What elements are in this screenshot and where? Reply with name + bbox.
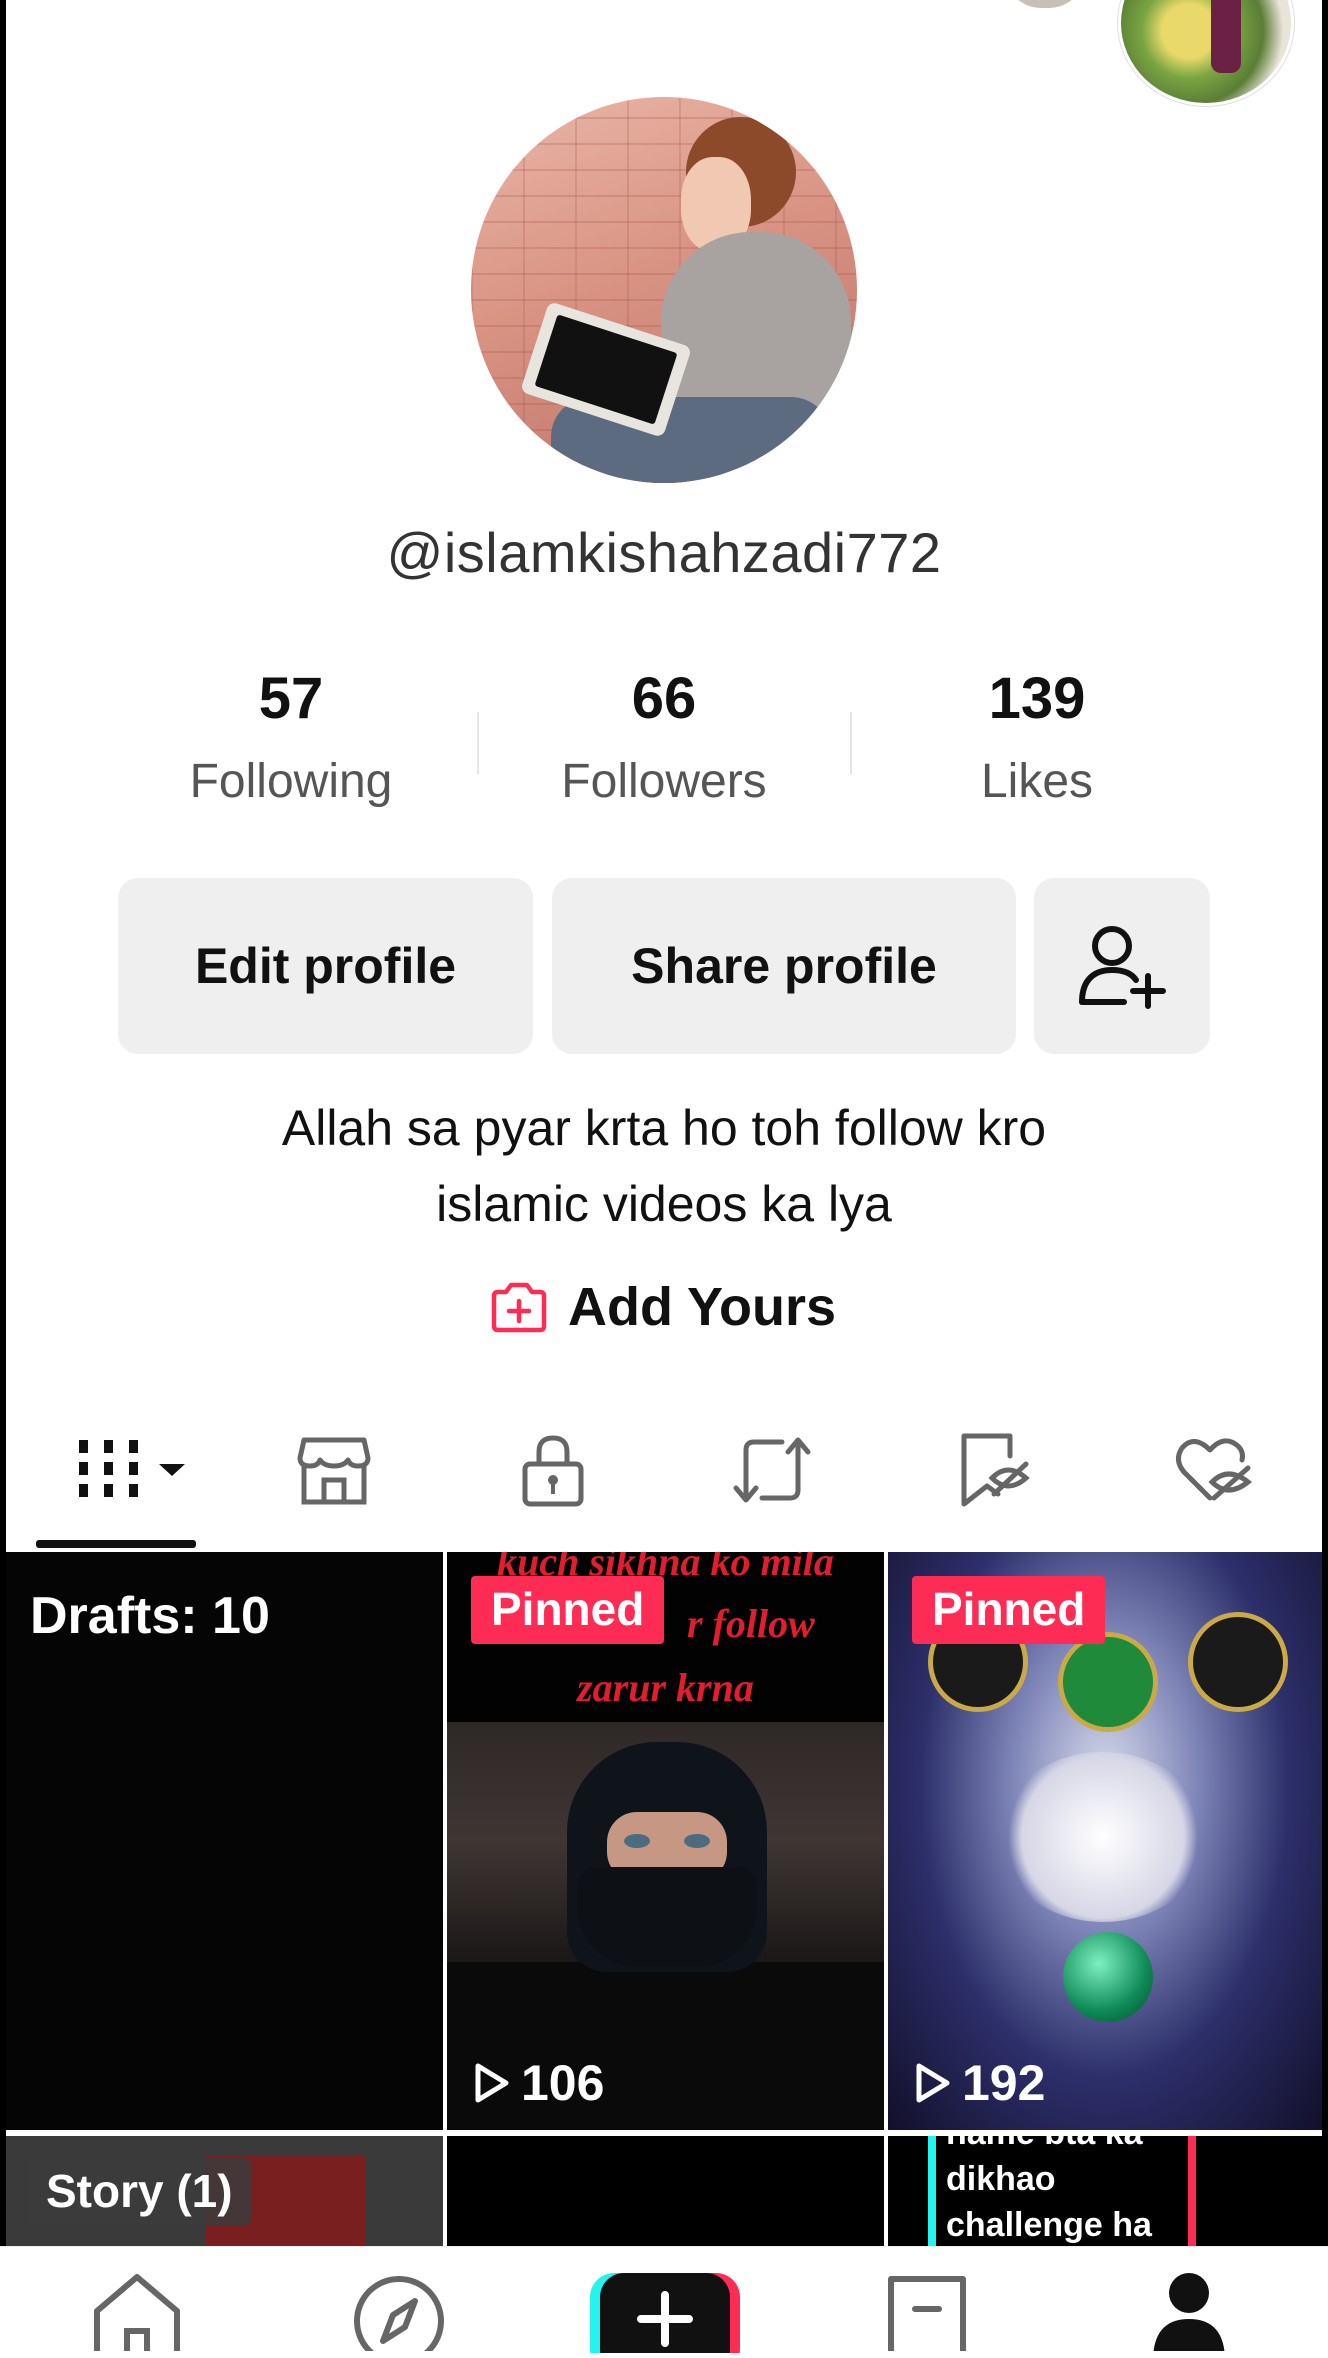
video-caption-line: dikhao — [946, 2160, 1056, 2198]
stat-followers[interactable]: 66 Followers — [474, 665, 854, 809]
story-tile[interactable]: Story (1) — [6, 2136, 443, 2246]
nav-home[interactable] — [82, 2271, 192, 2351]
story-label: Story (1) — [28, 2158, 251, 2226]
video-grid: Drafts: 10 kuch sikhna ko mila r follow … — [6, 1552, 1322, 2252]
drafts-tile[interactable]: Drafts: 10 — [6, 1552, 443, 2130]
play-icon — [916, 2063, 950, 2103]
add-friend-button[interactable] — [1034, 878, 1210, 1054]
inbox-icon — [888, 2276, 966, 2351]
video-tile[interactable] — [447, 2136, 884, 2246]
tab-shop[interactable] — [274, 1415, 394, 1525]
bookmark-icon — [961, 1433, 1030, 1507]
stat-followers-value: 66 — [631, 666, 697, 731]
bio-line: islamic videos ka lya — [436, 1176, 892, 1232]
stat-likes-label: Likes — [980, 755, 1094, 808]
profile-username: @islamkishahzadi772 — [386, 521, 942, 584]
pinned-badge: Pinned — [912, 1576, 1106, 1644]
tab-private[interactable] — [493, 1415, 613, 1525]
tab-reposts[interactable] — [712, 1415, 832, 1525]
selected-tab-indicator — [36, 1540, 196, 1548]
add-yours-icon — [491, 1282, 547, 1333]
create-plus-icon — [590, 2273, 740, 2358]
video-caption: zarur krna — [577, 1665, 754, 1710]
nav-discover[interactable] — [344, 2271, 454, 2351]
stat-following-label: Following — [189, 755, 393, 808]
stat-followers-label: Followers — [561, 755, 767, 808]
video-thumbnail — [447, 1722, 884, 1972]
repost-icon — [733, 1437, 811, 1503]
tab-videos[interactable] — [56, 1415, 196, 1525]
view-count-value: 106 — [521, 2055, 605, 2111]
view-count-value: 192 — [962, 2055, 1046, 2111]
heart-icon — [1176, 1438, 1253, 1501]
profile-bio: Allah sa pyar krta ho toh follow kro isl… — [0, 1090, 1328, 1242]
profile-stats: 57 Following 66 Followers 139 Likes — [0, 665, 1328, 835]
stat-following-value: 57 — [258, 666, 324, 731]
video-caption-line: name bta ka — [946, 2136, 1152, 2156]
play-icon — [475, 2063, 509, 2103]
view-count: 106 — [473, 2054, 604, 2112]
stat-divider — [850, 712, 852, 774]
story-avatar-small[interactable] — [1005, 0, 1085, 8]
bio-line: Allah sa pyar krta ho toh follow kro — [281, 1100, 1047, 1156]
drafts-label: Drafts: 10 — [30, 1587, 270, 1645]
discover-icon — [354, 2276, 444, 2351]
video-tile[interactable]: Pinned 192 — [888, 1552, 1322, 2130]
edit-profile-label: Edit profile — [194, 938, 457, 994]
nav-profile[interactable] — [1134, 2271, 1244, 2351]
lock-icon — [522, 1435, 584, 1507]
share-profile-label: Share profile — [631, 938, 937, 994]
tab-favorites[interactable] — [932, 1415, 1052, 1525]
video-caption: name bta ka dikhao challenge ha — [946, 2136, 1152, 2246]
tab-liked[interactable] — [1152, 1415, 1272, 1525]
video-caption: r follow — [687, 1601, 815, 1646]
home-icon — [94, 2274, 180, 2351]
edit-profile-button[interactable]: Edit profile — [118, 878, 533, 1054]
view-count: 192 — [914, 2054, 1045, 2112]
add-yours-label: Add Yours — [568, 1277, 837, 1337]
stat-following[interactable]: 57 Following — [101, 665, 481, 809]
profile-icon — [1153, 2273, 1225, 2351]
create-button[interactable] — [590, 2273, 740, 2358]
stat-likes[interactable]: 139 Likes — [847, 665, 1227, 809]
shop-icon — [297, 1437, 371, 1505]
video-caption-line: challenge ha — [946, 2206, 1152, 2244]
stat-likes-value: 139 — [988, 666, 1086, 731]
video-tile[interactable]: kuch sikhna ko mila r follow zarur krna … — [447, 1552, 884, 2130]
add-yours-link[interactable]: Add Yours — [488, 1272, 836, 1342]
profile-tabs — [0, 1415, 1328, 1545]
story-avatar-large[interactable] — [1118, 0, 1294, 106]
share-profile-button[interactable]: Share profile — [552, 878, 1016, 1054]
bottom-navigation — [0, 2246, 1328, 2358]
grid-icon — [79, 1440, 185, 1497]
profile-avatar[interactable] — [471, 97, 857, 483]
video-tile[interactable]: name bta ka dikhao challenge ha — [888, 2136, 1322, 2246]
pinned-badge: Pinned — [471, 1576, 665, 1644]
stat-divider — [477, 712, 479, 774]
add-person-icon — [1079, 926, 1166, 1009]
nav-inbox[interactable] — [872, 2271, 982, 2351]
